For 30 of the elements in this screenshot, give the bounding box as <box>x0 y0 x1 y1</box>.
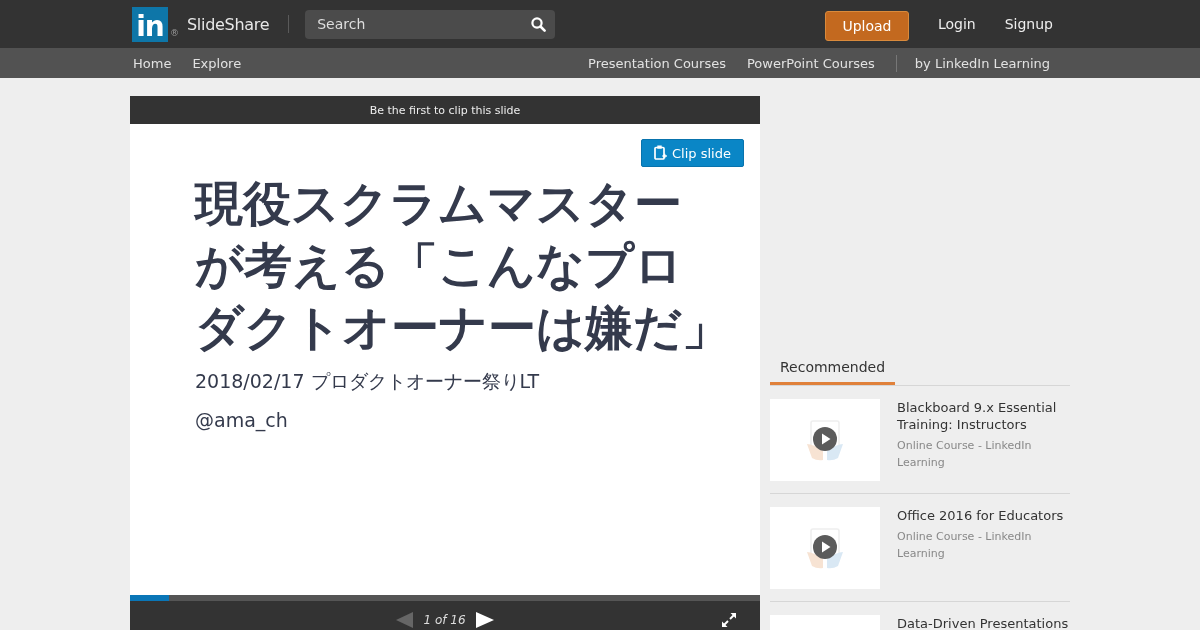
nav-link[interactable]: PowerPoint Courses <box>747 55 875 71</box>
right-triangle-icon[interactable] <box>475 612 494 628</box>
course-title[interactable]: Blackboard 9.x Essential Training: Instructors <box>897 399 1070 433</box>
slide-title: 現役スクラムマスター が考える「こんなプロ ダクトオーナーは嫌だ」 <box>195 174 731 357</box>
account-link[interactable]: Signup <box>1004 16 1053 32</box>
slide-event-text: 2018/02/17 プロダクトオーナー祭りLT <box>195 369 541 394</box>
fullscreen-icon[interactable] <box>721 612 737 628</box>
search-field[interactable]: Search <box>305 9 556 39</box>
course-thumbnail[interactable] <box>770 507 880 589</box>
registered-mark: ® <box>170 28 179 38</box>
clipboard-plus-icon <box>654 145 668 161</box>
course-subtitle: Online Course - LinkedIn Learning <box>897 529 1033 562</box>
nav-link[interactable]: Explore <box>192 55 242 71</box>
nav-link[interactable]: Home <box>133 55 172 71</box>
slide-counter: 1 of 16 <box>423 612 466 628</box>
nav-link[interactable]: Presentation Courses <box>588 55 726 71</box>
course-title[interactable]: Office 2016 for Educators <box>897 507 1064 524</box>
logo-mark[interactable]: in <box>132 6 168 42</box>
slide-author: @ama_ch <box>195 408 289 434</box>
upload-button[interactable]: Upload <box>824 11 909 41</box>
course-title[interactable]: Data-Driven Presentations <box>897 615 1069 630</box>
brand-name[interactable]: SlideShare <box>187 14 270 34</box>
clip-banner: Be the first to clip this slide <box>130 96 760 124</box>
partner-link[interactable]: by LinkedIn Learning <box>914 55 1050 71</box>
search-icon[interactable] <box>531 16 547 32</box>
course-subtitle: Online Course - LinkedIn Learning <box>897 438 1033 471</box>
clip-button[interactable]: Clip slide <box>641 139 744 167</box>
sidebar-tab[interactable]: Recommended <box>770 352 896 385</box>
course-thumbnail[interactable] <box>770 399 880 481</box>
account-link[interactable]: Login <box>937 16 976 32</box>
